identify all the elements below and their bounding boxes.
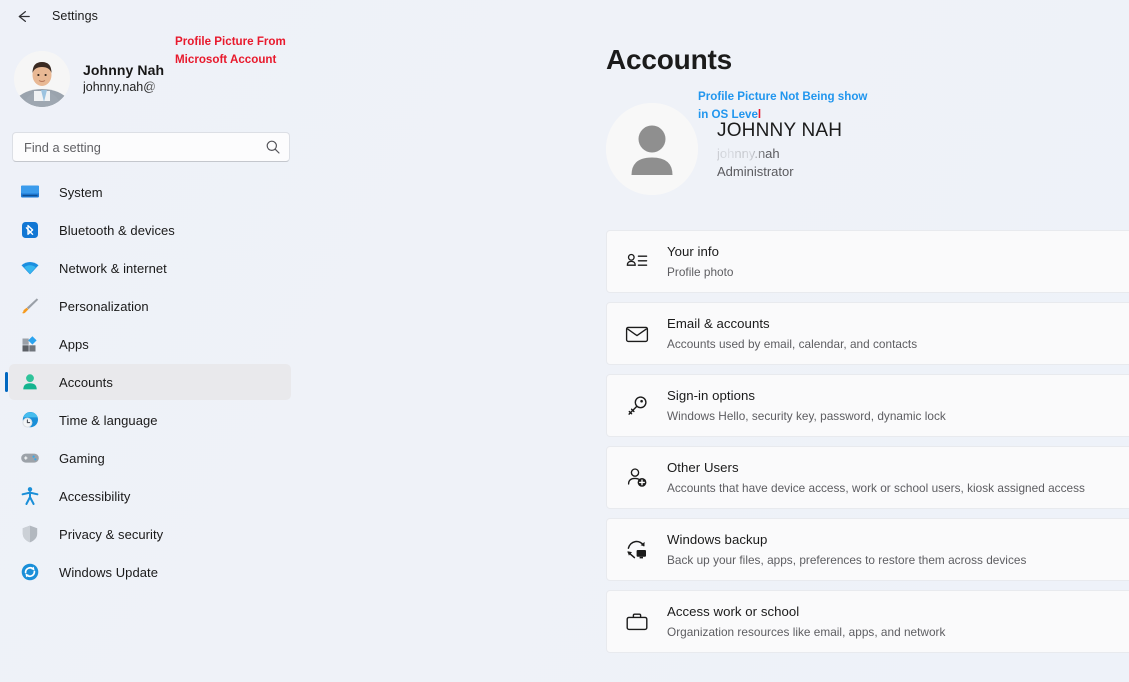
wifi-icon xyxy=(19,257,41,279)
card-title: Your info xyxy=(667,244,719,259)
settings-card-list: Your info Profile photo Email & accounts… xyxy=(606,230,1129,653)
settings-card-windows-backup[interactable]: Windows backup Back up your files, apps,… xyxy=(606,518,1129,581)
search-input[interactable] xyxy=(24,140,265,155)
card-title: Other Users xyxy=(667,460,739,475)
sidebar-item-label: Accounts xyxy=(59,375,113,390)
sidebar-account-email: johnny.nah@ xyxy=(83,80,164,96)
update-sync-icon xyxy=(19,561,41,583)
monitor-icon xyxy=(19,181,41,203)
sidebar-item-label: Personalization xyxy=(59,299,149,314)
settings-card-text: Access work or school Organization resou… xyxy=(667,602,945,640)
card-title: Sign-in options xyxy=(667,388,755,403)
account-email: johnny.nah xyxy=(717,145,842,162)
settings-card-email-accounts[interactable]: Email & accounts Accounts used by email,… xyxy=(606,302,1129,365)
settings-card-text: Windows backup Back up your files, apps,… xyxy=(667,530,1026,568)
settings-card-text: Email & accounts Accounts used by email,… xyxy=(667,314,917,352)
settings-card-other-users[interactable]: Other Users Accounts that have device ac… xyxy=(606,446,1129,509)
sidebar: Johnny Nah johnny.nah@ xyxy=(0,32,300,682)
card-subtitle: Organization resources like email, apps,… xyxy=(667,625,945,640)
sidebar-item-label: Apps xyxy=(59,337,89,352)
back-button[interactable] xyxy=(6,2,40,30)
sidebar-item-bluetooth-devices[interactable]: Bluetooth & devices xyxy=(9,212,291,248)
sidebar-item-time-language[interactable]: Time & language xyxy=(9,402,291,438)
sidebar-item-accessibility[interactable]: Accessibility xyxy=(9,478,291,514)
sidebar-item-system[interactable]: System xyxy=(9,174,291,210)
envelope-icon xyxy=(622,319,652,349)
annotation-main-note-tail: l xyxy=(758,108,761,121)
sidebar-account-name: Johnny Nah xyxy=(83,62,164,80)
settings-card-text: Sign-in options Windows Hello, security … xyxy=(667,386,946,424)
gamepad-icon xyxy=(19,447,41,469)
card-subtitle: Accounts that have device access, work o… xyxy=(667,481,1085,496)
sidebar-item-label: System xyxy=(59,185,103,200)
card-subtitle: Windows Hello, security key, password, d… xyxy=(667,409,946,424)
sidebar-account-text: Johnny Nah johnny.nah@ xyxy=(83,62,164,96)
sidebar-item-label: Gaming xyxy=(59,451,105,466)
sidebar-item-label: Windows Update xyxy=(59,565,158,580)
sidebar-nav-list: System Bluetooth & devices xyxy=(0,174,300,590)
title-bar: Settings xyxy=(0,0,1129,32)
card-subtitle: Back up your files, apps, preferences to… xyxy=(667,553,1026,568)
user-photo-avatar xyxy=(14,51,70,107)
contact-card-icon xyxy=(622,247,652,277)
sidebar-item-label: Network & internet xyxy=(59,261,167,276)
sidebar-item-label: Bluetooth & devices xyxy=(59,223,175,238)
back-arrow-icon xyxy=(15,8,32,25)
settings-card-text: Your info Profile photo xyxy=(667,242,734,280)
settings-window: Settings xyxy=(0,0,1129,682)
sidebar-item-privacy-security[interactable]: Privacy & security xyxy=(9,516,291,552)
sidebar-item-windows-update[interactable]: Windows Update xyxy=(9,554,291,590)
settings-card-text: Other Users Accounts that have device ac… xyxy=(667,458,1085,496)
accessibility-icon xyxy=(19,485,41,507)
sidebar-item-label: Accessibility xyxy=(59,489,130,504)
sidebar-item-label: Time & language xyxy=(59,413,158,428)
settings-card-access-work-school[interactable]: Access work or school Organization resou… xyxy=(606,590,1129,653)
main-content: Accounts JOHNNY NAH johnny.nah Administr… xyxy=(570,32,1129,682)
apps-grid-icon xyxy=(19,333,41,355)
person-add-icon xyxy=(622,463,652,493)
briefcase-icon xyxy=(622,607,652,637)
annotation-main-note: Profile Picture Not Being show in OS Lev… xyxy=(698,88,878,124)
settings-card-sign-in-options[interactable]: Sign-in options Windows Hello, security … xyxy=(606,374,1129,437)
search-box[interactable] xyxy=(12,132,290,162)
account-hero-text: JOHNNY NAH johnny.nah Administrator xyxy=(717,118,842,180)
clock-globe-icon xyxy=(19,409,41,431)
account-role: Administrator xyxy=(717,163,842,180)
search-icon[interactable] xyxy=(265,139,281,155)
annotation-sidebar-note: Profile Picture From Microsoft Account xyxy=(175,33,320,68)
bluetooth-icon xyxy=(19,219,41,241)
backup-sync-monitor-icon xyxy=(622,535,652,565)
page-title: Accounts xyxy=(606,44,1129,76)
sidebar-item-label: Privacy & security xyxy=(59,527,163,542)
key-icon xyxy=(622,391,652,421)
paintbrush-icon xyxy=(19,295,41,317)
sidebar-item-accounts[interactable]: Accounts xyxy=(9,364,291,400)
card-subtitle: Profile photo xyxy=(667,265,734,280)
window-title: Settings xyxy=(52,9,98,23)
card-title: Windows backup xyxy=(667,532,767,547)
card-title: Access work or school xyxy=(667,604,799,619)
card-subtitle: Accounts used by email, calendar, and co… xyxy=(667,337,917,352)
settings-card-your-info[interactable]: Your info Profile photo xyxy=(606,230,1129,293)
sidebar-item-apps[interactable]: Apps xyxy=(9,326,291,362)
card-title: Email & accounts xyxy=(667,316,770,331)
generic-person-avatar[interactable] xyxy=(606,103,698,195)
sidebar-item-network-internet[interactable]: Network & internet xyxy=(9,250,291,286)
sidebar-item-gaming[interactable]: Gaming xyxy=(9,440,291,476)
shield-icon xyxy=(19,523,41,545)
annotation-main-note-head: Profile Picture Not Being show in OS Lev… xyxy=(698,90,867,121)
sidebar-item-personalization[interactable]: Personalization xyxy=(9,288,291,324)
person-icon xyxy=(19,371,41,393)
